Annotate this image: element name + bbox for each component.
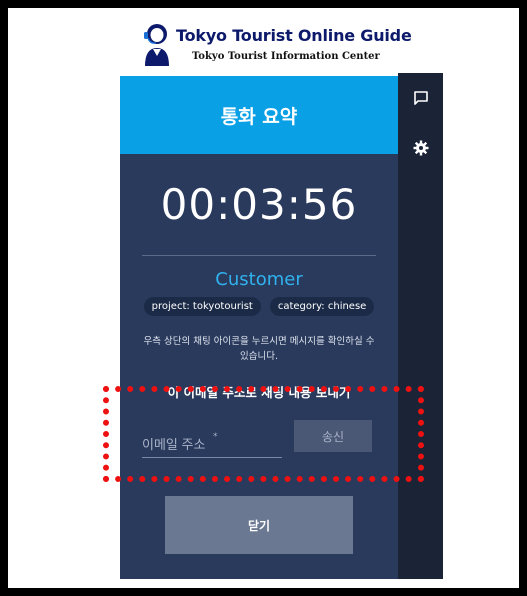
chat-icon-graphic [414,91,428,105]
required-mark: * [213,432,218,442]
email-field[interactable] [142,431,282,458]
call-timer: 00:03:56 [160,180,358,229]
call-summary-panel: 통화 요약 00:03:56 Customer project: tokyoto… [120,76,398,579]
customer-label: Customer [215,269,303,290]
site-logo: Tokyo Tourist Online Guide Tokyo Tourist… [120,18,443,74]
logo-title: Tokyo Tourist Online Guide [176,26,412,45]
tag-list: project: tokyotourist category: chinese [120,297,398,316]
close-button[interactable]: 닫기 [165,496,353,554]
email-section-title: 이 이메일 주소로 채팅 내용 보내기 [167,385,351,400]
tag-category: category: chinese [269,297,375,316]
right-sidebar [398,73,443,579]
chat-hint-text: 우측 상단의 채팅 아이콘을 누르시면 메시지를 확인하실 수 있습니다. [143,336,375,362]
send-button[interactable]: 송신 [294,420,372,452]
logo-subtitle: Tokyo Tourist Information Center [192,51,380,62]
chat-icon[interactable] [412,89,430,107]
divider [142,255,376,256]
gear-icon[interactable] [412,139,430,157]
tag-project: project: tokyotourist [143,297,261,316]
panel-title: 통화 요약 [220,105,298,128]
gear-icon-graphic [413,140,429,156]
panel-header: 통화 요약 [120,76,398,154]
guide-mascot-icon [144,24,169,66]
